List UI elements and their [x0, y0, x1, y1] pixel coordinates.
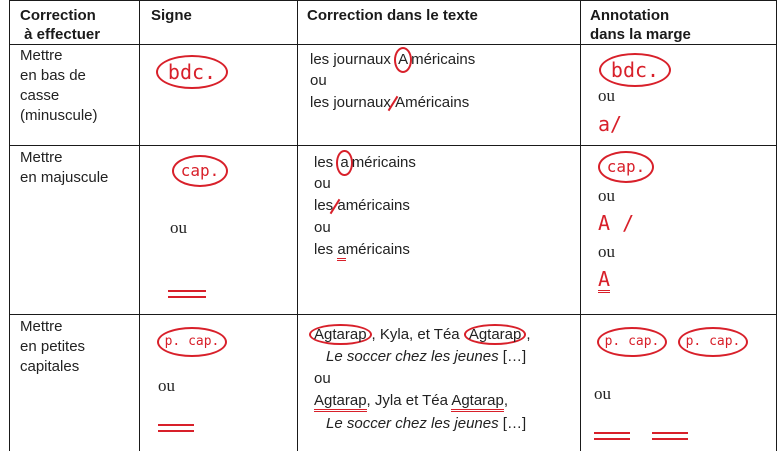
text-fragment: méricains	[345, 241, 410, 258]
row1-label: Mettre en bas de casse (minuscule)	[20, 47, 98, 124]
table-border-left	[9, 0, 10, 451]
text-fragment: les	[314, 241, 338, 258]
text-fragment: méricains	[351, 154, 416, 171]
text-fragment: […]	[498, 348, 527, 365]
text-fragment: ,	[503, 392, 509, 409]
struck-capital-mark: A	[395, 92, 405, 114]
row3-or: ou	[314, 370, 331, 387]
row2-text-line5: les américains	[314, 239, 410, 261]
row1-margin-or: ou	[598, 86, 615, 105]
row-divider-1	[9, 145, 777, 146]
header-annotation: Annotation dans la marge	[590, 7, 691, 43]
row1-sign-bdc: bdc.	[156, 55, 228, 89]
row2-or2: ou	[314, 219, 331, 236]
row3-text-line2: Le soccer chez les jeunes […]	[326, 346, 526, 368]
circled-name-2: Agtarap	[463, 324, 527, 345]
text-fragment: , Jyla et Téa	[366, 392, 452, 409]
text-fragment: ,	[526, 326, 531, 343]
text-fragment: les	[314, 154, 338, 171]
struck-lowercase-mark: a	[337, 195, 345, 217]
header-signe: Signe	[151, 7, 192, 24]
table-divider-3	[580, 0, 581, 451]
text-fragment: les journaux	[310, 94, 396, 111]
row3-text-line1: Agtarap, Kyla, et Téa Agtarap,	[309, 324, 531, 346]
header-correction: Correction à effectuer	[20, 7, 101, 43]
row2-sign-cap: cap.	[172, 155, 228, 187]
table-divider-2	[297, 0, 298, 451]
row1-margin-bdc: bdc.	[599, 53, 671, 87]
row1-or: ou	[310, 72, 327, 89]
row3-margin-double-underline-2	[652, 432, 688, 440]
underlined-name-1: Agtarap	[314, 392, 367, 412]
row2-margin-alt2: A	[598, 267, 611, 293]
row2-margin-or2: ou	[598, 242, 615, 261]
row3-sign-double-underline	[158, 424, 194, 432]
table-divider-1	[139, 0, 140, 451]
text-fragment: les journaux	[310, 51, 396, 68]
circled-name-1: Agtarap	[309, 324, 372, 345]
text-fragment: méricains	[345, 197, 410, 214]
text-fragment: , Kyla, et Téa	[371, 326, 464, 343]
text-fragment: […]	[498, 415, 527, 432]
header-texte: Correction dans le texte	[307, 7, 478, 24]
row1-text-line3: les journaux Américains	[310, 92, 469, 114]
row3-margin-double-underline-1	[594, 432, 630, 440]
row3-margin-or: ou	[594, 384, 611, 403]
row3-margin-pcap-2: p. cap.	[678, 327, 748, 357]
double-underlined-mark: a	[337, 241, 346, 261]
row2-sign-double-underline	[168, 290, 206, 298]
row3-sign-pcap: p. cap.	[157, 327, 227, 357]
row1-text-line1: les journaux Américains	[310, 47, 475, 73]
circled-capital-mark: A	[394, 47, 413, 73]
row3-text-line4: Le soccer chez les jeunes […]	[326, 413, 526, 435]
text-fragment: méricains	[411, 51, 476, 68]
book-title: Le soccer chez les jeunes	[326, 348, 499, 365]
row1-margin-alt: a/	[598, 112, 623, 136]
row3-sign-or: ou	[158, 376, 175, 395]
row2-margin-cap: cap.	[598, 151, 654, 183]
row2-margin-alt1: A /	[598, 211, 635, 235]
underlined-name-2: Agtarap	[451, 392, 504, 412]
row2-or1: ou	[314, 175, 331, 192]
circled-lowercase-mark: a	[336, 150, 353, 176]
row2-sign-or: ou	[170, 218, 187, 237]
row3-label: Mettre en petites capitales	[20, 318, 86, 375]
row-divider-2	[9, 314, 777, 315]
header-divider	[9, 44, 777, 45]
row3-text-line3: Agtarap, Jyla et Téa Agtarap,	[314, 390, 508, 412]
table-border-top	[9, 0, 777, 1]
row3-margin-pcap-1: p. cap.	[597, 327, 667, 357]
row2-label: Mettre en majuscule	[20, 149, 109, 186]
table-border-right	[776, 0, 777, 451]
text-fragment: méricains	[405, 94, 470, 111]
row2-text-line3: les américains	[314, 195, 410, 217]
book-title: Le soccer chez les jeunes	[326, 415, 499, 432]
row2-margin-or1: ou	[598, 186, 615, 205]
